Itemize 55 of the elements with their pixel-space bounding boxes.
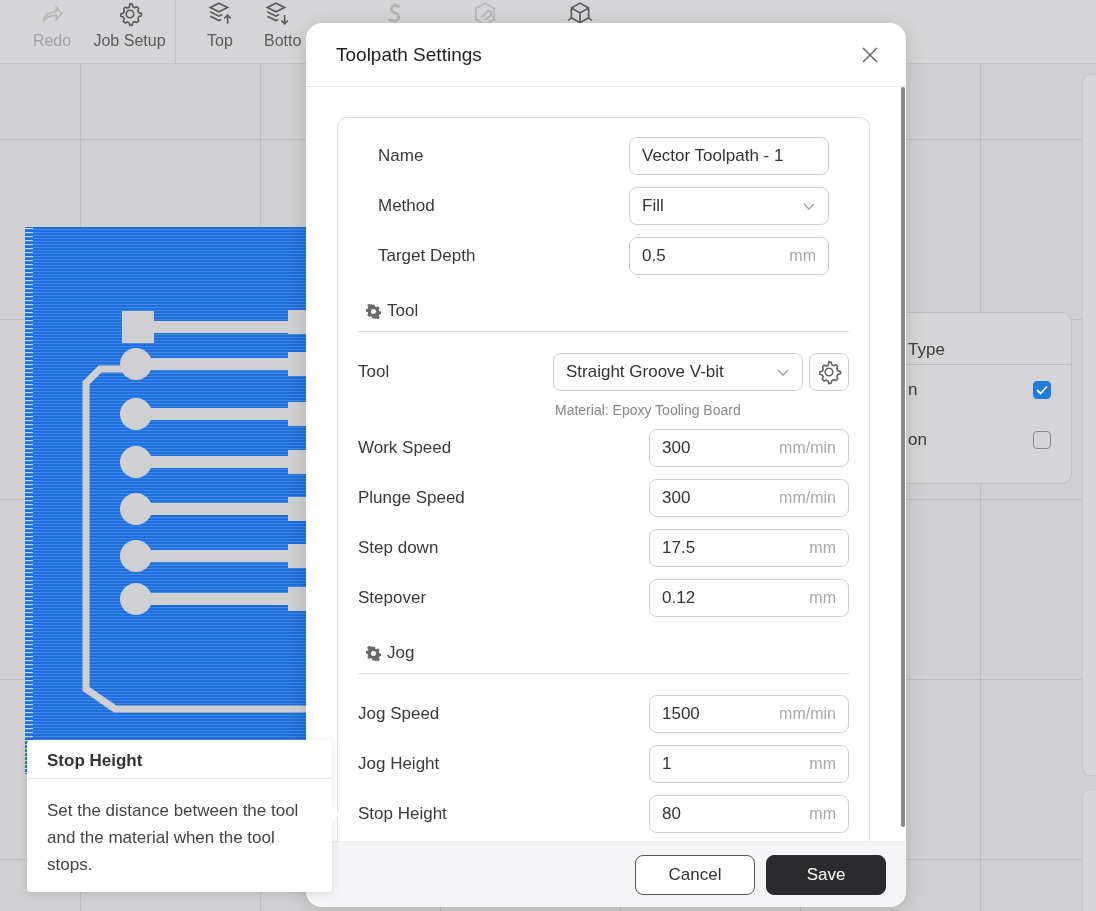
tooltip-text: Set the distance between the tool and the material when the tool stops. [46,800,300,876]
unit-label: mm [809,539,836,557]
input-field[interactable]: 17.5 mm [649,529,849,567]
option-label: n [908,380,918,400]
checkbox[interactable] [1033,381,1051,399]
field-label: Jog Height [358,754,440,774]
save-button[interactable]: Save [766,854,886,895]
unit-label: mm/min [779,489,836,507]
unit-label: mm [809,755,836,773]
input-field[interactable]: 0.5 mm [629,237,829,275]
input-field[interactable]: 1500 mm/min [649,695,849,733]
toolbar-button[interactable]: Job Setup [84,0,176,63]
gear-icon [816,359,842,385]
method-select[interactable]: Fill [629,187,829,225]
input-field[interactable]: 1 mm [649,745,849,783]
section-title: Tool [387,301,419,321]
field-label: Plunge Speed [358,488,465,508]
tool-select[interactable]: Straight Groove V-bit [553,353,803,391]
field-label: Method [378,196,435,216]
tool-settings-button[interactable] [809,353,849,391]
panel-title: Type [908,340,945,359]
field-label: Stop Height [358,804,447,824]
unit-label: mm [809,805,836,823]
material-note: Material: Epoxy Tooling Board [555,402,742,418]
field-label: Name [378,146,424,166]
layers-icon [264,1,290,27]
checkbox[interactable] [1033,431,1051,449]
tooltip-title: Stop Height [47,751,143,770]
input-field[interactable]: 0.12 mm [649,579,849,617]
field-label: Stepover [358,588,427,608]
option-label: on [908,430,927,450]
gear-icon [366,645,381,661]
toolbar-button[interactable]: Botto [264,0,308,63]
dialog-title: Toolpath Settings [336,43,482,66]
unit-label: mm/min [779,439,836,457]
field-label: Step down [358,538,439,558]
input-field[interactable]: Vector Toolpath - 1 [629,137,829,175]
toolbar-button[interactable]: Top [176,0,264,63]
input-field[interactable]: 300 mm/min [649,429,849,467]
input-field[interactable]: 300 mm/min [649,479,849,517]
field-label: Target Depth [378,246,476,266]
layers-icon [207,1,233,27]
unit-label: mm [809,589,836,607]
unit-label: mm/min [779,705,836,723]
unit-label: mm [789,247,816,265]
scrollbar[interactable] [901,87,905,827]
section-title: Jog [387,643,415,663]
close-button[interactable] [860,44,880,65]
gear-icon [366,303,381,319]
field-label: Jog Speed [358,704,440,724]
input-field[interactable]: 80 mm [649,795,849,833]
field-label: Work Speed [358,438,452,458]
check-icon [1036,385,1048,395]
cancel-button[interactable]: Cancel [635,854,755,895]
field-label: Tool [358,362,390,382]
